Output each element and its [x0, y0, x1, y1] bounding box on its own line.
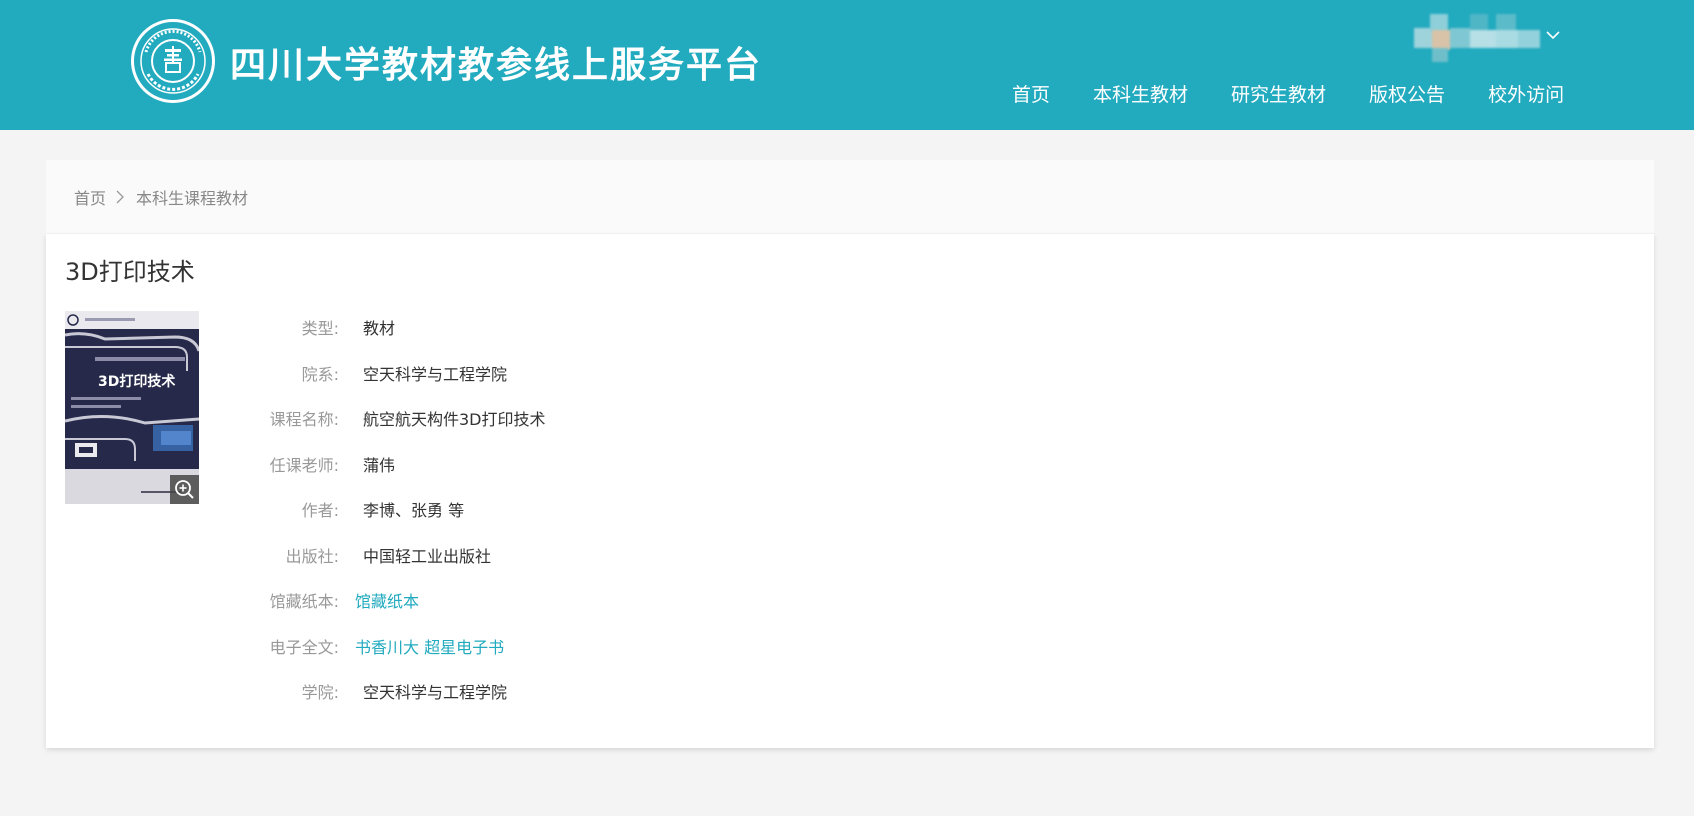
field-label: 院系: [301, 364, 339, 384]
chevron-right-icon [116, 190, 124, 203]
info-row-print-copy: 馆藏纸本: 馆藏纸本 [246, 579, 1046, 625]
info-row-author: 作者: 李博、张勇 等 [246, 488, 1046, 534]
field-value: 教材 [363, 319, 396, 338]
user-menu[interactable] [1414, 14, 1564, 64]
field-value: 空天科学与工程学院 [363, 364, 508, 384]
site-title: 四川大学教材教参线上服务平台 [230, 44, 763, 86]
info-row-department: 院系: 空天科学与工程学院 [246, 352, 1046, 398]
field-label: 作者: [301, 501, 339, 520]
print-copy-link-wrap: 馆藏纸本 [355, 579, 419, 625]
site-header: 四川大学教材教参线上服务平台 首页 本科生教材 研究生教材 版权公告 校外访问 [0, 0, 1694, 130]
ebook-link-chaoxing[interactable]: 超星电子书 [424, 638, 504, 657]
field-label: 电子全文: [269, 637, 339, 657]
field-value: 空天科学与工程学院 [363, 683, 508, 702]
chevron-down-icon[interactable] [1546, 28, 1560, 42]
field-label: 学院: [301, 683, 339, 702]
field-label: 课程名称: [269, 410, 339, 429]
field-label: 任课老师: [269, 455, 339, 475]
ebook-link-shuxiang[interactable]: 书香川大 [355, 638, 419, 657]
field-value: 航空航天构件3D打印技术 [363, 410, 546, 429]
svg-text:3D打印技术: 3D打印技术 [98, 373, 175, 390]
field-label: 出版社: [285, 546, 339, 566]
nav-copyright-notice[interactable]: 版权公告 [1369, 80, 1445, 110]
seal-emblem-icon [140, 28, 206, 94]
field-label: 类型: [301, 319, 339, 338]
university-library-logo[interactable] [131, 19, 215, 103]
field-value: 蒲伟 [363, 455, 396, 475]
breadcrumb-home[interactable]: 首页 [74, 185, 106, 209]
breadcrumb-current: 本科生课程教材 [136, 188, 249, 208]
main-nav: 首页 本科生教材 研究生教材 版权公告 校外访问 [1012, 80, 1564, 110]
info-row-course-name: 课程名称: 航空航天构件3D打印技术 [246, 397, 1046, 443]
field-value: 李博、张勇 等 [363, 501, 465, 520]
info-row-type: 类型: 教材 [246, 306, 1046, 352]
info-row-teacher: 任课老师: 蒲伟 [246, 443, 1046, 489]
zoom-in-icon [175, 480, 194, 499]
info-row-ebook: 电子全文: 书香川大 超星电子书 [246, 625, 1046, 671]
book-info-list: 类型: 教材 院系: 空天科学与工程学院 课程名称: 航空航天构件3D打印技术 … [246, 306, 1046, 716]
book-title: 3D打印技术 [65, 258, 195, 286]
field-label: 馆藏纸本: [269, 592, 339, 611]
field-value: 中国轻工业出版社 [363, 546, 492, 566]
zoom-in-button[interactable] [170, 475, 199, 504]
info-row-college: 学院: 空天科学与工程学院 [246, 670, 1046, 716]
breadcrumb: 首页 本科生课程教材 [46, 160, 1654, 233]
ebook-links: 书香川大 超星电子书 [355, 625, 504, 671]
nav-undergraduate-textbooks[interactable]: 本科生教材 [1093, 80, 1188, 110]
print-copy-link[interactable]: 馆藏纸本 [355, 592, 419, 611]
nav-off-campus-access[interactable]: 校外访问 [1488, 80, 1564, 110]
nav-home[interactable]: 首页 [1012, 80, 1050, 110]
blurred-user-avatar [1414, 14, 1540, 64]
nav-graduate-textbooks[interactable]: 研究生教材 [1231, 80, 1326, 110]
book-detail-card: 3D打印技术 3D打印技术 类型: 教材 院系: 空天科学与工程学院 课程名称:… [46, 234, 1654, 748]
info-row-publisher: 出版社: 中国轻工业出版社 [246, 534, 1046, 580]
